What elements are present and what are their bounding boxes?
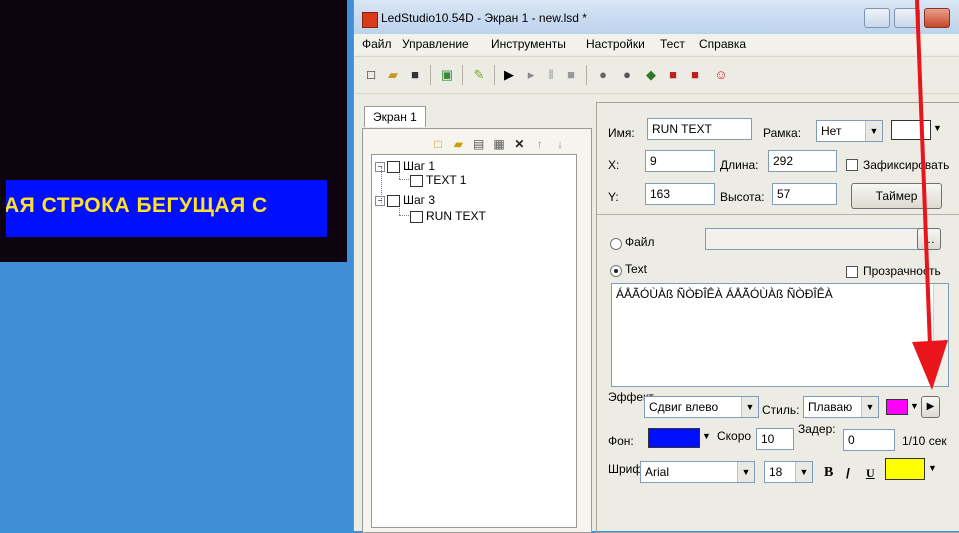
arrow-shaft xyxy=(915,0,932,347)
annotation-arrow xyxy=(912,0,948,390)
arrow-head xyxy=(912,340,948,390)
